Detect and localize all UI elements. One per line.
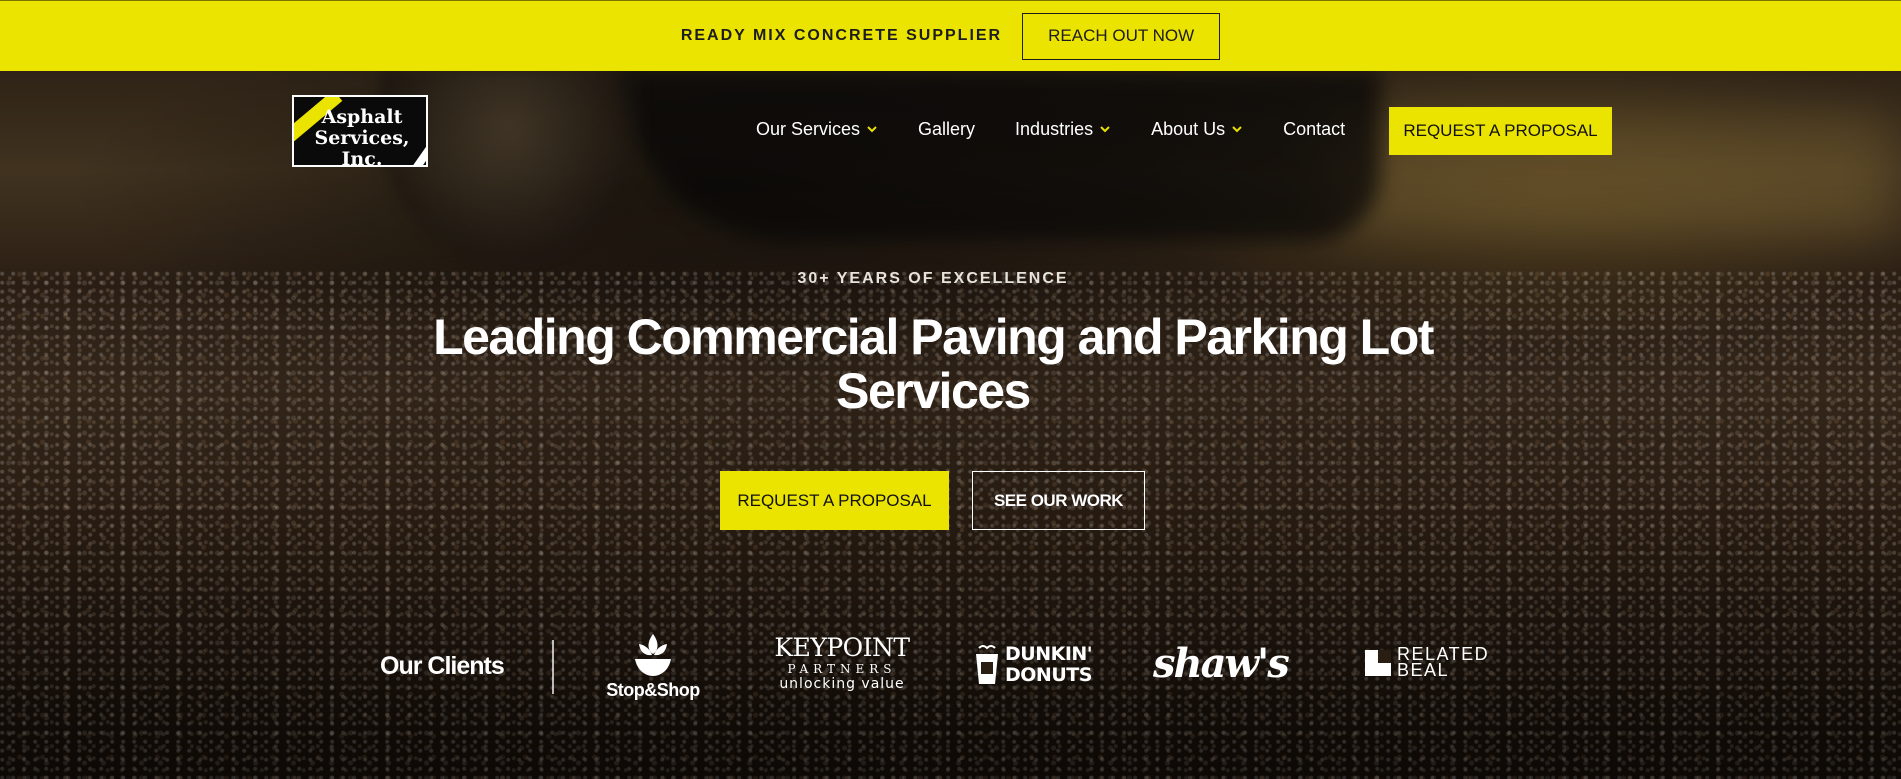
nav-item-contact[interactable]: Contact	[1283, 119, 1345, 140]
logo-text-line2: Services, Inc.	[314, 127, 410, 167]
client-logo-keypoint-partners: KEYPOINT PARTNERS unlocking value	[772, 634, 912, 704]
client-logo-dunkin-donuts: DUNKIN' DONUTS	[973, 644, 1103, 694]
related-beal-mark-icon	[1365, 650, 1391, 676]
logo-text-line1: Asphalt	[321, 106, 403, 128]
coffee-cup-icon	[976, 645, 998, 684]
keypoint-partners-text: PARTNERS	[787, 662, 897, 676]
related-line2: BEAL	[1397, 660, 1450, 680]
nav-item-industries[interactable]: Industries	[1015, 119, 1111, 140]
announcement-text: READY MIX CONCRETE SUPPLIER	[680, 27, 1003, 44]
nav-item-label: Our Services	[756, 118, 861, 139]
hero-headline: Leading Commercial Paving and Parking Lo…	[433, 309, 1434, 419]
dunkin-wordmark: DUNKIN' DONUTS	[1005, 643, 1093, 686]
chevron-down-icon	[867, 126, 877, 133]
reach-out-now-button[interactable]: REACH OUT NOW	[1022, 12, 1221, 60]
logo-text: Asphalt Services, Inc.	[300, 106, 424, 167]
client-logo-stop-and-shop: Stop&Shop	[598, 632, 708, 702]
nav-item-gallery[interactable]: Gallery	[918, 119, 975, 140]
client-logo-shaws: shaw's	[1153, 640, 1323, 690]
nav-item-our-services[interactable]: Our Services	[756, 119, 878, 140]
related-beal-wordmark: RELATED BEAL	[1397, 645, 1489, 680]
dunkin-line1: DUNKIN'	[1005, 643, 1093, 665]
clients-heading: Our Clients	[380, 652, 505, 680]
hero-actions: REQUEST A PROPOSAL SEE OUR WORK	[720, 471, 1145, 530]
clients-strip: Our Clients Stop&Shop KEYPOINT PARTNERS …	[380, 628, 1520, 708]
nav-item-about-us[interactable]: About Us	[1151, 119, 1243, 140]
dunkin-line2: DONUTS	[1005, 664, 1092, 686]
nav-menu: Our Services Gallery Industries About Us…	[756, 109, 1385, 149]
stop-and-shop-wordmark: Stop&Shop	[606, 680, 700, 700]
request-proposal-hero-button[interactable]: REQUEST A PROPOSAL	[720, 471, 949, 530]
company-logo[interactable]: Asphalt Services, Inc.	[292, 95, 428, 167]
nav-item-label: Gallery	[918, 118, 976, 139]
nav-item-label: About Us	[1151, 118, 1226, 139]
keypoint-wordmark: KEYPOINT	[774, 633, 910, 662]
chevron-down-icon	[1100, 126, 1110, 133]
request-proposal-nav-button[interactable]: REQUEST A PROPOSAL	[1389, 107, 1612, 155]
hero-eyebrow: 30+ YEARS OF EXCELLENCE	[797, 270, 1069, 287]
client-logo-related-beal: RELATED BEAL	[1365, 645, 1505, 686]
shaws-wordmark: shaw's	[1153, 640, 1290, 687]
nav-item-label: Contact	[1283, 118, 1346, 139]
chevron-down-icon	[1232, 126, 1242, 133]
stop-and-shop-flower-icon	[635, 634, 671, 676]
clients-divider	[552, 640, 554, 694]
keypoint-tagline: unlocking value	[779, 676, 905, 692]
announcement-bar: READY MIX CONCRETE SUPPLIER REACH OUT NO…	[0, 0, 1901, 71]
main-navigation: Asphalt Services, Inc. Our Services Gall…	[0, 71, 1901, 191]
see-our-work-button[interactable]: SEE OUR WORK	[972, 471, 1145, 530]
nav-item-label: Industries	[1015, 118, 1094, 139]
